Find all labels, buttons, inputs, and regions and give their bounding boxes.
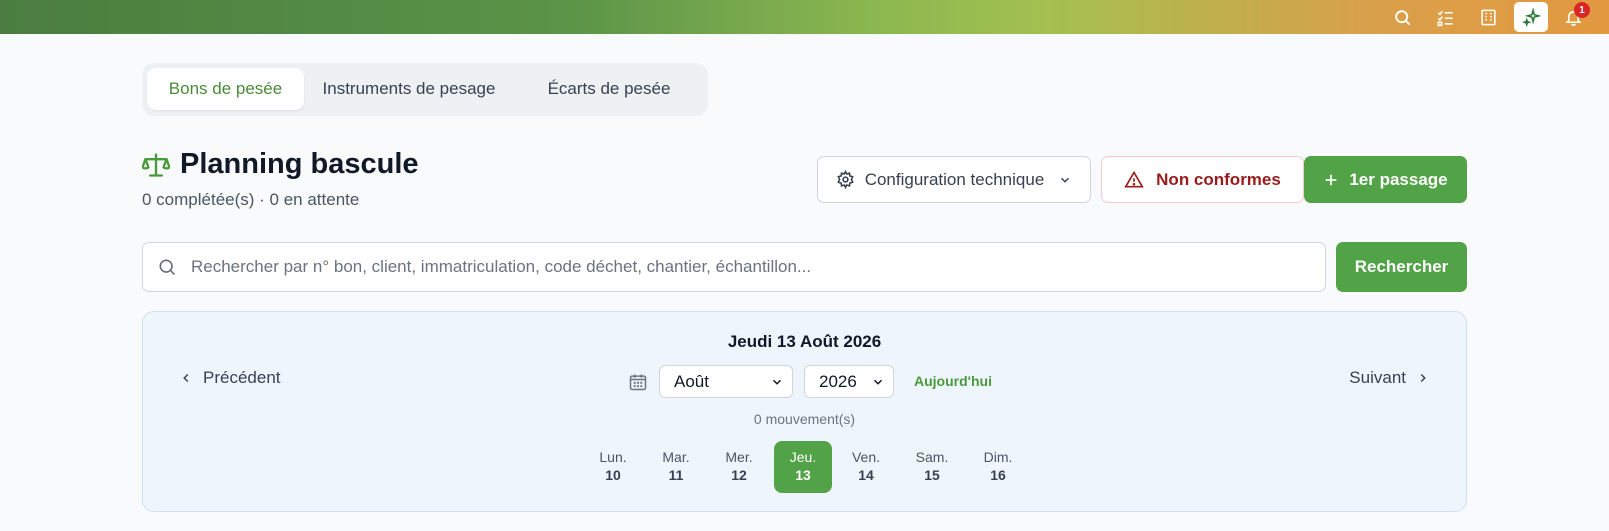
day-number: 10	[605, 467, 621, 483]
non-conformes-button[interactable]: Non conformes	[1101, 156, 1304, 203]
search-box	[142, 242, 1326, 292]
year-select[interactable]: 2026	[804, 365, 894, 398]
notification-badge: 1	[1574, 2, 1590, 18]
plus-icon	[1326, 174, 1337, 185]
day-monday[interactable]: Lun. 10	[584, 441, 642, 493]
day-friday[interactable]: Ven. 14	[837, 441, 895, 493]
top-bar: 1	[0, 0, 1609, 34]
day-number: 12	[731, 467, 747, 483]
page-header: Planning bascule	[142, 148, 419, 181]
page-subtitle: 0 complétée(s) · 0 en attente	[142, 190, 360, 209]
day-name: Ven.	[851, 449, 881, 465]
chevron-down-icon	[1061, 177, 1070, 183]
day-sunday[interactable]: Dim. 16	[969, 441, 1027, 493]
chevron-left-icon	[183, 373, 189, 383]
day-tuesday[interactable]: Mar. 11	[647, 441, 705, 493]
tab-bons-de-pesee[interactable]: Bons de pesée	[147, 68, 304, 110]
non-conformes-label: Non conformes	[1156, 169, 1281, 189]
previous-button[interactable]: Précédent	[179, 368, 281, 388]
search-icon[interactable]	[1391, 6, 1413, 28]
gear-icon	[836, 170, 854, 189]
tab-instruments-de-pesage[interactable]: Instruments de pesage	[309, 68, 509, 110]
day-number: 13	[795, 467, 811, 483]
day-name: Dim.	[983, 449, 1013, 465]
config-button-label: Configuration technique	[864, 169, 1045, 189]
day-number: 14	[858, 467, 874, 483]
chevron-down-icon	[772, 379, 782, 385]
day-name: Mer.	[725, 449, 753, 465]
day-name: Jeu.	[789, 449, 817, 465]
chevron-down-icon	[873, 379, 883, 385]
config-button[interactable]: Configuration technique	[817, 156, 1091, 203]
today-link[interactable]: Aujourd'hui	[914, 373, 992, 389]
year-select-value: 2026	[819, 371, 857, 391]
calendar-date-title: Jeudi 13 Août 2026	[727, 332, 882, 351]
day-number: 11	[668, 467, 684, 483]
page-title: Planning bascule	[180, 148, 419, 180]
day-saturday[interactable]: Sam. 15	[903, 441, 961, 493]
month-select-value: Août	[674, 371, 709, 391]
day-name: Lun.	[599, 449, 627, 465]
day-wednesday[interactable]: Mer. 12	[710, 441, 768, 493]
first-pass-label: 1er passage	[1349, 169, 1448, 189]
scale-icon	[142, 152, 170, 177]
tab-ecarts-de-pesee[interactable]: Écarts de pesée	[514, 68, 704, 110]
calendar-panel: Jeudi 13 Août 2026 Précédent Suivant Aoû…	[142, 311, 1467, 512]
previous-label: Précédent	[203, 368, 281, 387]
search-icon	[159, 259, 176, 276]
day-number: 16	[990, 467, 1006, 483]
warning-icon	[1124, 170, 1144, 187]
search-input[interactable]	[191, 257, 1291, 277]
tab-bar: Bons de pesée Instruments de pesage Écar…	[142, 63, 708, 116]
day-name: Sam.	[915, 449, 949, 465]
search-button[interactable]: Rechercher	[1336, 242, 1467, 292]
first-pass-button[interactable]: 1er passage	[1304, 156, 1467, 203]
chevron-right-icon	[1420, 373, 1426, 383]
month-select[interactable]: Août	[659, 365, 793, 398]
bell-icon[interactable]: 1	[1562, 2, 1590, 28]
day-number: 15	[924, 467, 940, 483]
calendar-icon	[629, 374, 647, 391]
day-thursday-selected[interactable]: Jeu. 13	[774, 441, 832, 493]
next-label: Suivant	[1349, 368, 1406, 387]
next-button[interactable]: Suivant	[1349, 368, 1430, 388]
building-icon[interactable]	[1477, 6, 1499, 28]
movements-count: 0 mouvement(s)	[753, 411, 856, 427]
sparkles-icon[interactable]	[1514, 2, 1548, 32]
day-name: Mar.	[662, 449, 690, 465]
checklist-icon[interactable]	[1434, 6, 1456, 28]
